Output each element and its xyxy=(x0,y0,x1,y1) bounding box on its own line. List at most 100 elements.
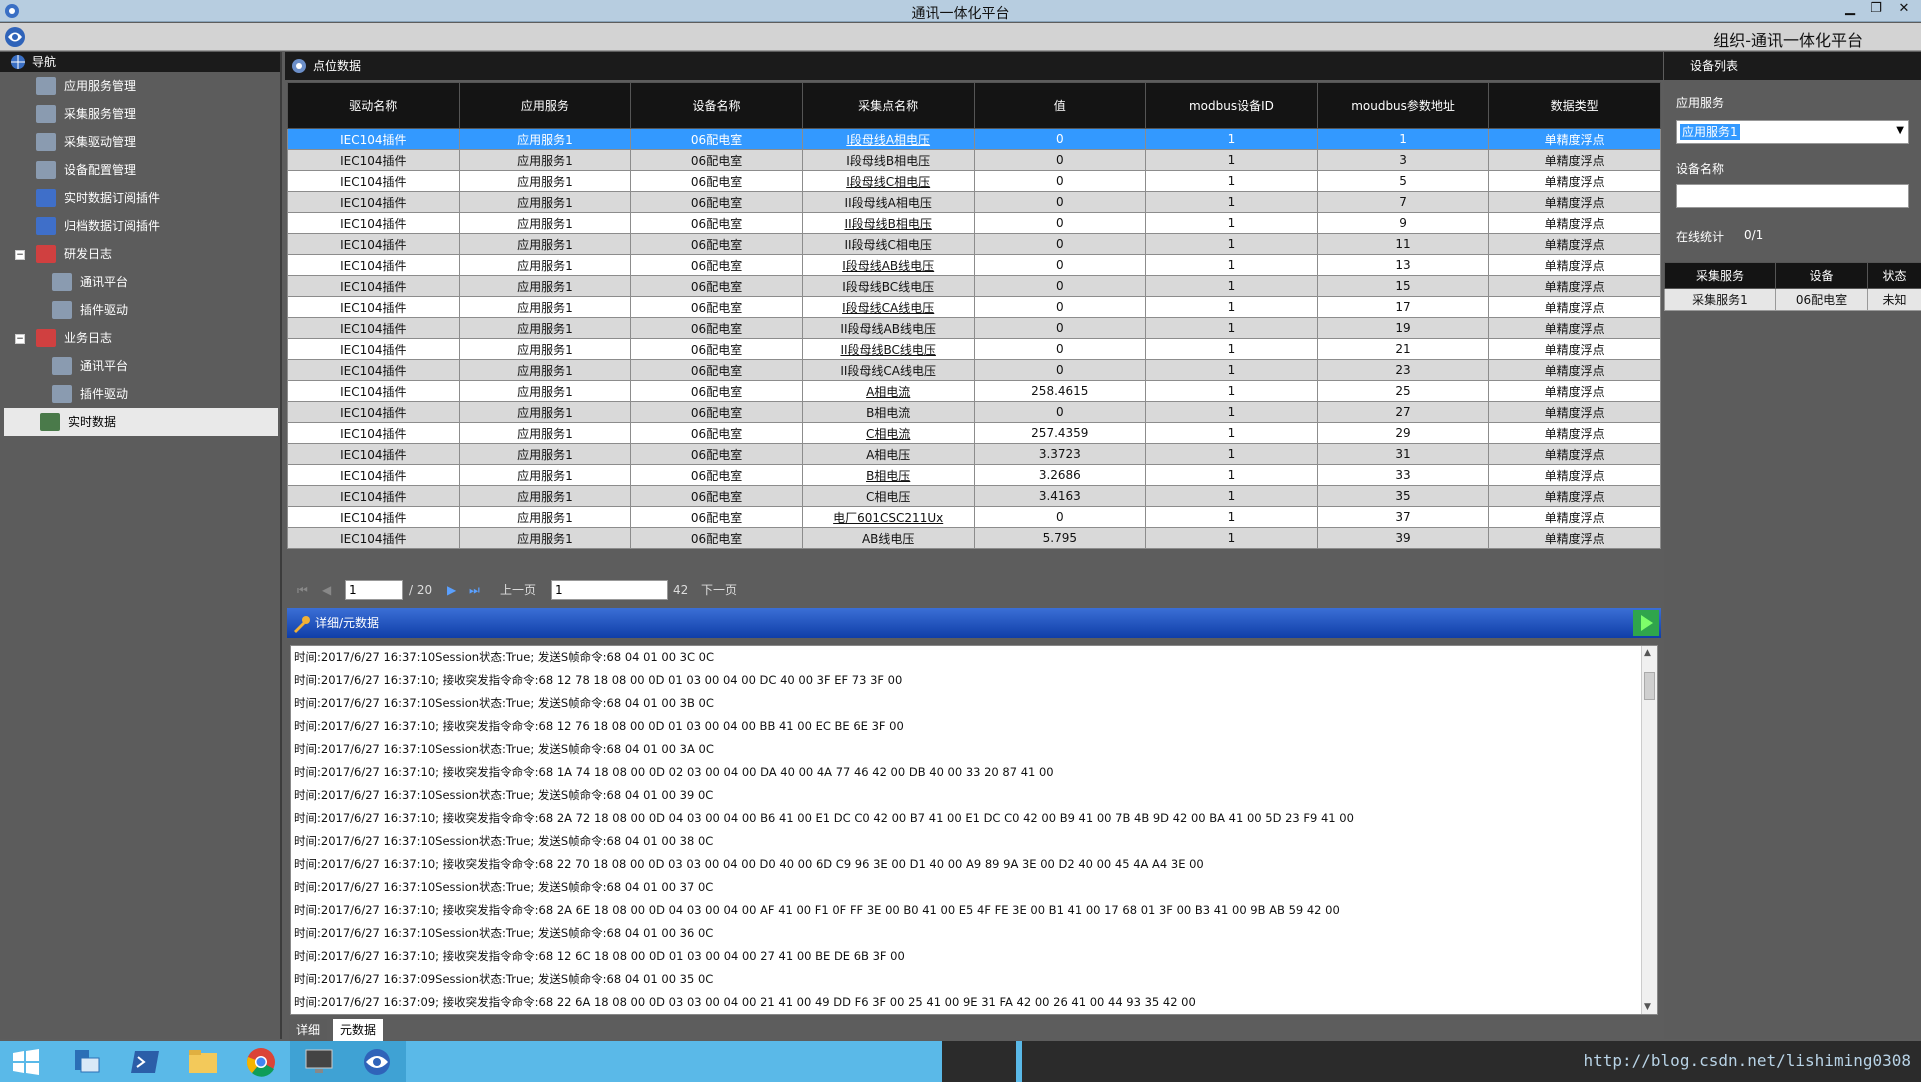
log-line: 时间:2017/6/27 16:37:10Session状态:True; 发送S… xyxy=(294,926,714,940)
next-page-icon[interactable]: ▶ xyxy=(447,580,456,600)
table-row[interactable]: IEC104插件 应用服务1 06配电室 I段母线B相电压 0 1 3 单精度浮点 xyxy=(287,149,1661,171)
table-row[interactable]: IEC104插件 应用服务1 06配电室 II段母线C相电压 0 1 11 单精度浮点 xyxy=(287,233,1661,255)
column-header[interactable]: 应用服务 xyxy=(458,82,632,129)
chevron-down-icon[interactable]: ▼ xyxy=(1896,125,1904,136)
nav-item[interactable]: 实时数据 xyxy=(4,408,278,436)
tab-detail[interactable]: 详细 xyxy=(289,1019,328,1041)
collapse-toggle-icon[interactable]: − xyxy=(15,334,25,344)
taskbar-empty-slot xyxy=(942,1041,1016,1082)
nav-item-label: 设备配置管理 xyxy=(64,163,137,177)
nav-item[interactable]: 应用服务管理 xyxy=(0,72,280,100)
table-row[interactable]: IEC104插件 应用服务1 06配电室 I段母线A相电压 0 1 1 单精度浮点 xyxy=(287,128,1661,150)
table-cell: IEC104插件 xyxy=(287,296,460,318)
table-cell: 单精度浮点 xyxy=(1488,170,1661,192)
nav-item[interactable]: 采集服务管理 xyxy=(0,100,280,128)
table-cell: 06配电室 xyxy=(630,422,803,444)
table-row[interactable]: IEC104插件 应用服务1 06配电室 I段母线CA线电压 0 1 17 单精度浮点 xyxy=(287,296,1661,318)
nav-item[interactable]: 归档数据订阅插件 xyxy=(0,212,280,240)
taskbar-powershell[interactable] xyxy=(116,1041,174,1082)
table-cell: 06配电室 xyxy=(630,527,803,549)
nav-item[interactable]: 通讯平台 xyxy=(0,268,280,296)
table-cell: 258.4615 xyxy=(973,380,1147,402)
device-column-header[interactable]: 状态 xyxy=(1867,262,1921,289)
nav-item[interactable]: 插件驱动 xyxy=(0,380,280,408)
collapse-toggle-icon[interactable]: − xyxy=(15,250,25,260)
table-row[interactable]: IEC104插件 应用服务1 06配电室 II段母线AB线电压 0 1 19 单精度浮点 xyxy=(287,317,1661,339)
taskbar-platform[interactable] xyxy=(348,1041,406,1082)
next-page-button[interactable]: 下一页 xyxy=(701,580,737,600)
column-header[interactable]: modbus设备ID xyxy=(1145,82,1318,129)
taskbar-monitor[interactable] xyxy=(290,1041,348,1082)
device-row[interactable]: 采集服务1 06配电室 未知 xyxy=(1664,288,1921,311)
table-row[interactable]: IEC104插件 应用服务1 06配电室 II段母线B相电压 0 1 9 单精度浮点 xyxy=(287,212,1661,234)
table-row[interactable]: IEC104插件 应用服务1 06配电室 C相电流 257.4359 1 29 单精度浮点 xyxy=(287,422,1661,444)
table-cell: 5 xyxy=(1316,170,1490,192)
log-scrollbar[interactable]: ▲ ▼ xyxy=(1641,646,1657,1014)
nav-item[interactable]: − 研发日志 xyxy=(0,240,280,268)
nav-item[interactable]: 实时数据订阅插件 xyxy=(0,184,280,212)
scroll-down-icon[interactable]: ▼ xyxy=(1644,1002,1651,1012)
table-row[interactable]: IEC104插件 应用服务1 06配电室 AB线电压 5.795 1 39 单精度浮点 xyxy=(287,527,1661,549)
table-row[interactable]: IEC104插件 应用服务1 06配电室 II段母线CA线电压 0 1 23 单精度浮点 xyxy=(287,359,1661,381)
table-cell: 单精度浮点 xyxy=(1488,254,1661,276)
nav-item[interactable]: 通讯平台 xyxy=(0,352,280,380)
scroll-thumb[interactable] xyxy=(1644,672,1655,700)
table-row[interactable]: IEC104插件 应用服务1 06配电室 A相电压 3.3723 1 31 单精度浮点 xyxy=(287,443,1661,465)
play-icon[interactable] xyxy=(1633,610,1659,636)
restore-button[interactable]: ❐ xyxy=(1863,0,1889,20)
nav-item[interactable]: 采集驱动管理 xyxy=(0,128,280,156)
detail-panel-title: 详细/元数据 xyxy=(315,616,380,630)
close-button[interactable]: ✕ xyxy=(1891,0,1917,20)
nav-item[interactable]: − 业务日志 xyxy=(0,324,280,352)
taskbar-server-manager[interactable] xyxy=(58,1041,116,1082)
table-cell: II段母线AB线电压 xyxy=(801,317,975,339)
table-cell: IEC104插件 xyxy=(287,527,460,549)
minimize-button[interactable]: ▁ xyxy=(1837,0,1863,20)
table-cell: 单精度浮点 xyxy=(1488,212,1661,234)
table-cell: 单精度浮点 xyxy=(1488,380,1661,402)
table-cell: 0 xyxy=(973,128,1147,150)
tab-metadata[interactable]: 元数据 xyxy=(333,1019,384,1041)
prev-page-icon[interactable]: ◀ xyxy=(322,580,331,600)
table-row[interactable]: IEC104插件 应用服务1 06配电室 I段母线C相电压 0 1 5 单精度浮点 xyxy=(287,170,1661,192)
organization-title: 组织-通讯一体化平台 xyxy=(1713,31,1863,50)
first-page-icon[interactable]: ⏮ xyxy=(297,580,308,600)
scroll-up-icon[interactable]: ▲ xyxy=(1644,648,1651,658)
nav-item[interactable]: 设备配置管理 xyxy=(0,156,280,184)
column-header[interactable]: 驱动名称 xyxy=(287,82,460,129)
last-page-icon[interactable]: ⏭ xyxy=(469,580,480,600)
table-cell: AB线电压 xyxy=(801,527,975,549)
table-cell: 应用服务1 xyxy=(458,170,632,192)
nav-item[interactable]: 插件驱动 xyxy=(0,296,280,324)
prev-page-button[interactable]: 上一页 xyxy=(500,580,536,600)
taskbar: http://blog.csdn.net/lishiming0308 xyxy=(0,1041,1921,1082)
taskbar-explorer[interactable] xyxy=(174,1041,232,1082)
table-row[interactable]: IEC104插件 应用服务1 06配电室 B相电压 3.2686 1 33 单精度浮点 xyxy=(287,464,1661,486)
table-cell: II段母线C相电压 xyxy=(801,233,975,255)
table-cell: 06配电室 xyxy=(630,233,803,255)
plugin-icon xyxy=(36,217,56,235)
device-name-input[interactable] xyxy=(1676,184,1909,208)
column-header[interactable]: 值 xyxy=(973,82,1147,129)
column-header[interactable]: 数据类型 xyxy=(1488,82,1661,129)
column-header[interactable]: moudbus参数地址 xyxy=(1316,82,1490,129)
device-column-header[interactable]: 设备 xyxy=(1775,262,1868,289)
table-row[interactable]: IEC104插件 应用服务1 06配电室 A相电流 258.4615 1 25 单精度浮点 xyxy=(287,380,1661,402)
table-row[interactable]: IEC104插件 应用服务1 06配电室 I段母线BC线电压 0 1 15 单精度浮点 xyxy=(287,275,1661,297)
table-row[interactable]: IEC104插件 应用服务1 06配电室 II段母线BC线电压 0 1 21 单精度浮点 xyxy=(287,338,1661,360)
goto-input[interactable] xyxy=(551,580,668,600)
page-number-input[interactable] xyxy=(345,580,403,600)
start-button[interactable] xyxy=(0,1041,58,1082)
device-column-header[interactable]: 采集服务 xyxy=(1664,262,1776,289)
table-cell: 0 xyxy=(973,212,1147,234)
table-row[interactable]: IEC104插件 应用服务1 06配电室 C相电压 3.4163 1 35 单精度浮点 xyxy=(287,485,1661,507)
taskbar-chrome[interactable] xyxy=(232,1041,290,1082)
column-header[interactable]: 采集点名称 xyxy=(801,82,975,129)
table-row[interactable]: IEC104插件 应用服务1 06配电室 I段母线AB线电压 0 1 13 单精度浮点 xyxy=(287,254,1661,276)
table-row[interactable]: IEC104插件 应用服务1 06配电室 II段母线A相电压 0 1 7 单精度浮点 xyxy=(287,191,1661,213)
table-row[interactable]: IEC104插件 应用服务1 06配电室 电厂601CSC211Ux 0 1 37 单精度浮点 xyxy=(287,506,1661,528)
app-service-select[interactable]: 应用服务1 ▼ xyxy=(1676,120,1909,144)
table-cell: 0 xyxy=(973,359,1147,381)
column-header[interactable]: 设备名称 xyxy=(630,82,803,129)
table-row[interactable]: IEC104插件 应用服务1 06配电室 B相电流 0 1 27 单精度浮点 xyxy=(287,401,1661,423)
